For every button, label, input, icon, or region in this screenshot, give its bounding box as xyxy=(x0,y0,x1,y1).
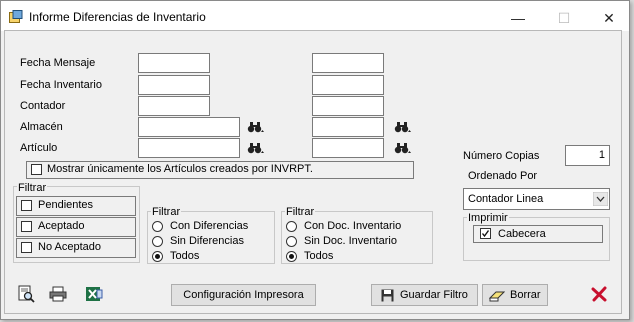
borrar-button[interactable]: Borrar xyxy=(482,284,548,306)
printer-icon[interactable] xyxy=(49,286,67,302)
app-icon xyxy=(9,10,23,23)
no-aceptado-checkbox[interactable] xyxy=(21,242,32,253)
cabecera-checkbox[interactable] xyxy=(480,228,491,239)
sin-diferencias-radio[interactable] xyxy=(152,236,163,247)
con-diferencias-radio[interactable] xyxy=(152,221,163,232)
ordenado-por-select[interactable]: Contador Linea xyxy=(463,188,610,210)
filtrar-estado-title: Filtrar xyxy=(17,182,48,194)
minimize-button[interactable]: — xyxy=(503,7,533,29)
imprimir-title: Imprimir xyxy=(467,212,509,224)
articulo-to-input[interactable] xyxy=(312,138,384,158)
guardar-filtro-button[interactable]: Guardar Filtro xyxy=(371,284,478,306)
con-doc-radio[interactable] xyxy=(286,221,297,232)
eraser-icon xyxy=(489,291,505,302)
title-bar: Informe Diferencias de Inventario — ☐ ✕ xyxy=(1,1,629,31)
only-invrpt-checkbox[interactable] xyxy=(31,164,42,175)
todos-doc-label: Todos xyxy=(304,250,334,262)
todos-diferencias-radio[interactable] xyxy=(152,251,163,262)
pendientes-checkbox[interactable] xyxy=(21,200,32,211)
sin-diferencias-label: Sin Diferencias xyxy=(170,235,244,247)
pendientes-label: Pendientes xyxy=(38,199,94,211)
numero-copias-label: Número Copias xyxy=(463,150,540,162)
numero-copias-input[interactable]: 1 xyxy=(565,145,610,166)
fecha-mensaje-label: Fecha Mensaje xyxy=(20,57,96,69)
cabecera-label: Cabecera xyxy=(498,228,546,240)
fecha-mensaje-from-input[interactable] xyxy=(138,53,210,73)
contador-from-input[interactable] xyxy=(138,96,210,116)
con-diferencias-label: Con Diferencias xyxy=(170,220,249,232)
todos-doc-radio[interactable] xyxy=(286,251,297,262)
sin-doc-label: Sin Doc. Inventario xyxy=(304,235,397,247)
contador-to-input[interactable] xyxy=(312,96,384,116)
fecha-inventario-label: Fecha Inventario xyxy=(20,79,102,91)
chevron-down-icon[interactable] xyxy=(593,192,608,206)
configuracion-impresora-button[interactable]: Configuración Impresora xyxy=(171,284,316,306)
only-invrpt-label: Mostrar únicamente los Artículos creados… xyxy=(47,163,313,175)
articulo-from-input[interactable] xyxy=(138,138,240,158)
todos-diferencias-label: Todos xyxy=(170,250,200,262)
print-preview-icon[interactable] xyxy=(17,285,35,303)
borrar-label: Borrar xyxy=(510,289,541,301)
articulo-label: Artículo xyxy=(20,142,58,154)
filtrar-diferencias-title: Filtrar xyxy=(151,206,182,218)
checkmark-icon xyxy=(481,230,490,238)
window-title: Informe Diferencias de Inventario xyxy=(29,10,206,24)
con-doc-label: Con Doc. Inventario xyxy=(304,220,402,232)
aceptado-label: Aceptado xyxy=(38,220,85,232)
guardar-filtro-label: Guardar Filtro xyxy=(400,289,468,301)
binoculars-icon[interactable] xyxy=(394,141,412,155)
binoculars-icon[interactable] xyxy=(394,120,412,134)
almacen-to-input[interactable] xyxy=(312,117,384,137)
save-icon xyxy=(381,289,394,302)
fecha-inventario-to-input[interactable] xyxy=(312,75,384,95)
almacen-from-input[interactable] xyxy=(138,117,240,137)
excel-export-icon[interactable] xyxy=(85,285,103,303)
close-icon[interactable] xyxy=(591,286,608,303)
ordenado-por-value: Contador Linea xyxy=(468,193,544,205)
aceptado-checkbox[interactable] xyxy=(21,221,32,232)
fecha-mensaje-to-input[interactable] xyxy=(312,53,384,73)
maximize-button[interactable]: ☐ xyxy=(549,7,579,29)
fecha-inventario-from-input[interactable] xyxy=(138,75,210,95)
binoculars-icon[interactable] xyxy=(247,120,265,134)
contador-label: Contador xyxy=(20,100,66,112)
almacen-label: Almacén xyxy=(20,121,63,133)
filtrar-doc-title: Filtrar xyxy=(285,206,316,218)
sin-doc-radio[interactable] xyxy=(286,236,297,247)
no-aceptado-label: No Aceptado xyxy=(38,241,101,253)
ordenado-por-label: Ordenado Por xyxy=(468,170,538,182)
binoculars-icon[interactable] xyxy=(247,141,265,155)
close-window-button[interactable]: ✕ xyxy=(594,7,624,29)
